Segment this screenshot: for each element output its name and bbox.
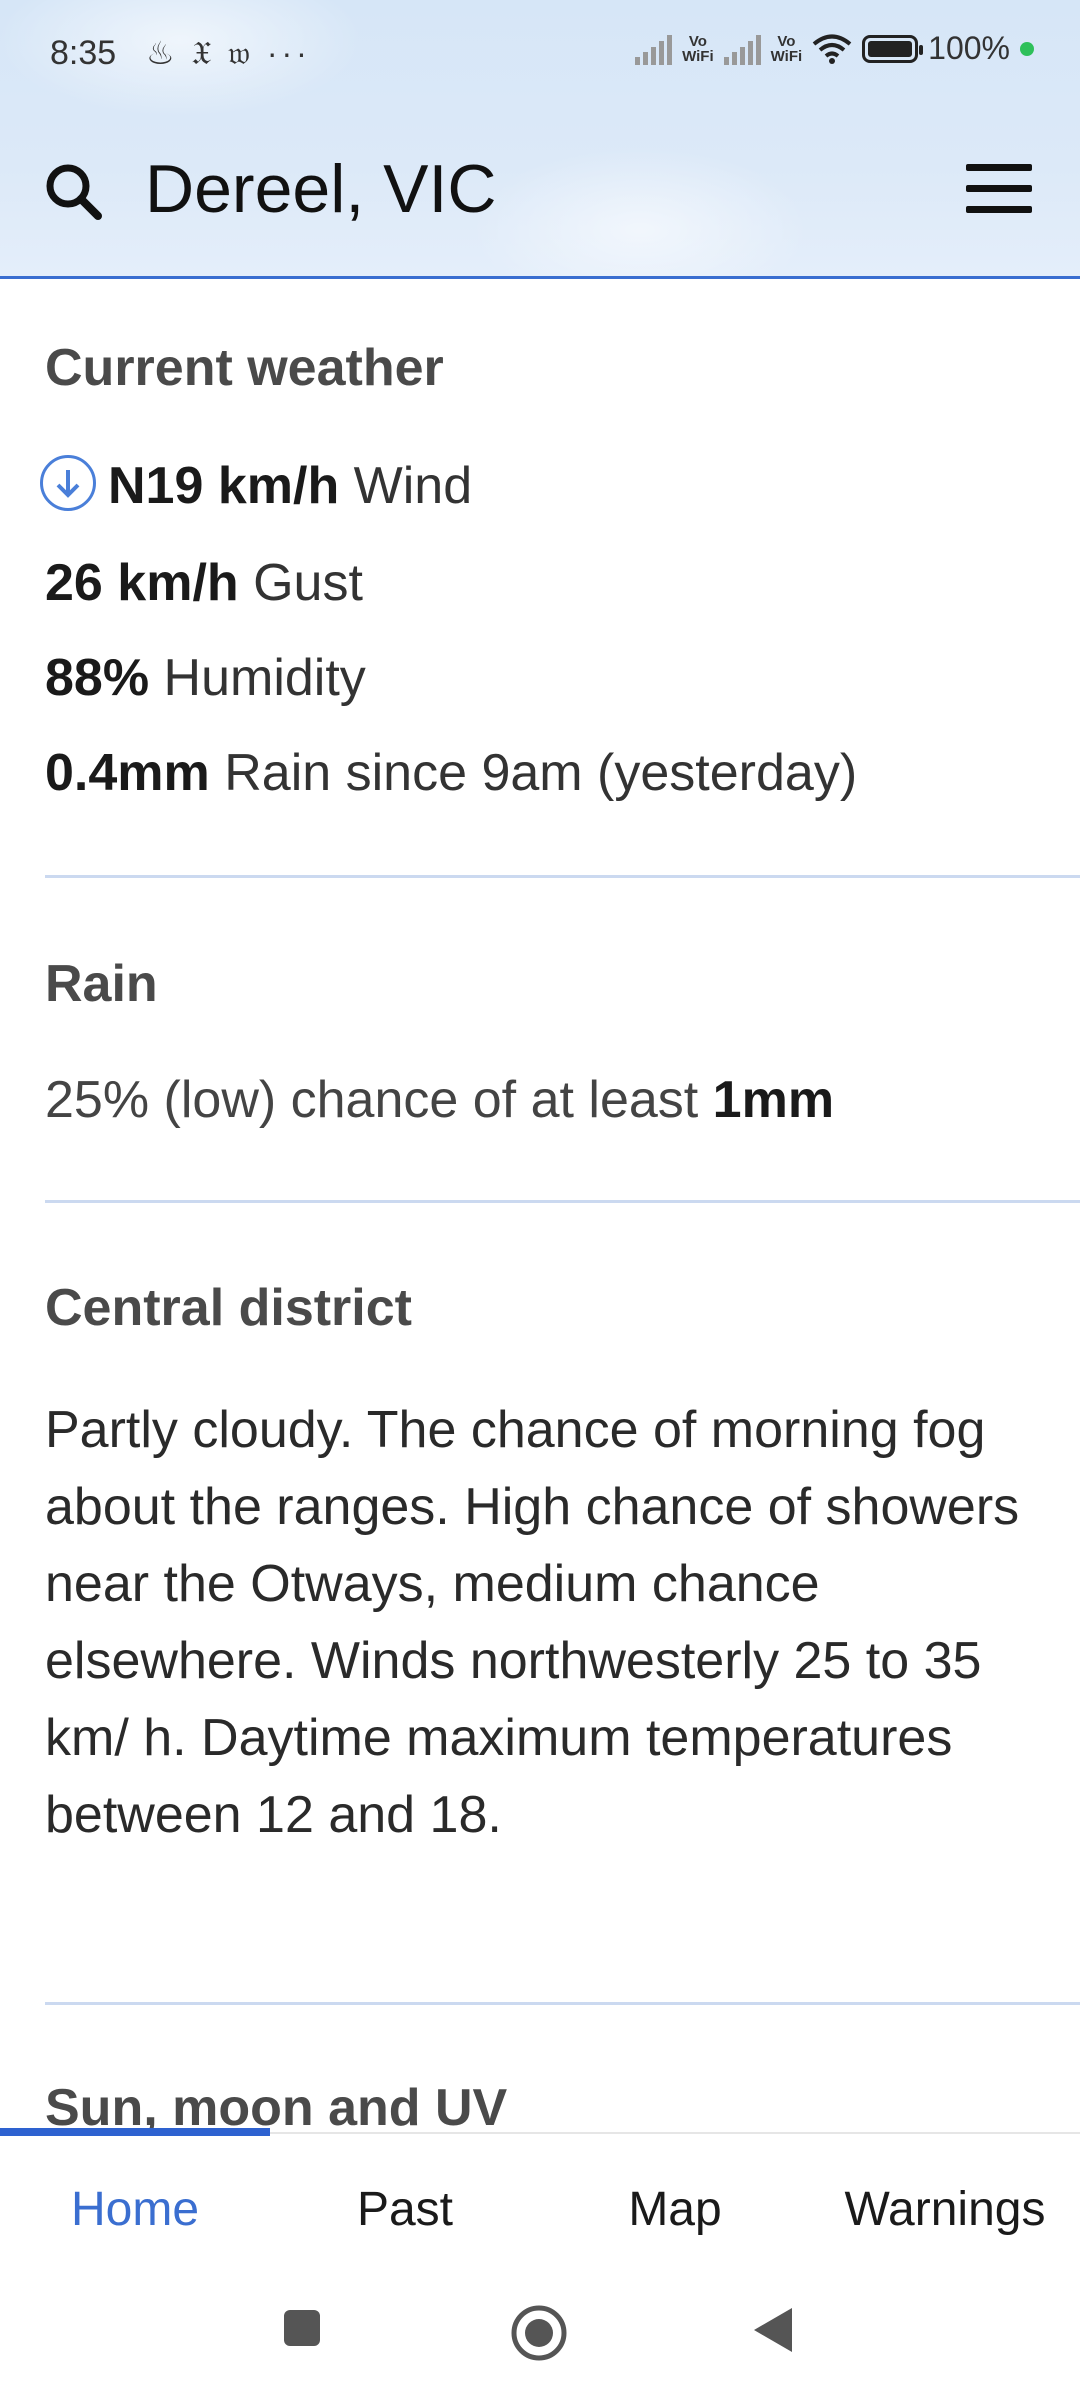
current-weather-title: Current weather (45, 339, 444, 397)
location-title[interactable]: Dereel, VIC (145, 150, 496, 228)
humidity-value: 88% (45, 649, 150, 707)
privacy-dot-icon (1020, 41, 1034, 56)
system-nav-bar (0, 2280, 1080, 2400)
notification-icons: ♨ 𝔛 𝔴 ··· (146, 34, 311, 73)
flame-icon: ♨ (146, 35, 179, 71)
battery-icon (862, 34, 924, 63)
wind-label: Wind (353, 457, 473, 515)
rain-since-label: Rain since 9am (yesterday) (224, 744, 858, 802)
gust-row: 26 km/h Gust (45, 553, 363, 613)
divider (45, 1200, 1080, 1203)
wind-direction-icon (40, 455, 96, 511)
signal-icon (723, 33, 761, 65)
bottom-tab-bar: Home Past Map Warnings (0, 2128, 1080, 2282)
status-time: 8:35 (50, 34, 117, 72)
wp-icon: 𝔴 (228, 35, 254, 71)
recents-icon[interactable] (282, 2308, 322, 2348)
tab-home[interactable]: Home (0, 2182, 270, 2237)
rain-amount: 1mm (712, 1071, 835, 1129)
divider (45, 2002, 1080, 2005)
menu-icon[interactable] (966, 164, 1032, 218)
humidity-label: Humidity (163, 649, 366, 707)
vowifi-icon: Vo WiFi (682, 32, 714, 65)
vowifi-icon: Vo WiFi (770, 32, 803, 65)
search-bar: Dereel, VIC (0, 140, 1080, 240)
humidity-row: 88% Humidity (45, 648, 366, 708)
nyt-icon: 𝔛 (191, 35, 216, 71)
rain-chance-text: 25% (low) chance of at least (45, 1071, 713, 1129)
wind-value: N19 km/h (108, 457, 340, 515)
search-icon[interactable] (42, 160, 106, 224)
tab-past[interactable]: Past (270, 2182, 540, 2237)
signal-icon (635, 33, 673, 65)
gust-label: Gust (253, 554, 363, 612)
battery-level: 100% (928, 30, 1010, 66)
wind-row: N19 km/h Wind (40, 455, 472, 516)
tab-map[interactable]: Map (540, 2182, 810, 2237)
rain-since-value: 0.4mm (45, 744, 210, 802)
wifi-icon (812, 34, 852, 64)
rain-chance: 25% (low) chance of at least 1mm (45, 1070, 834, 1130)
active-tab-indicator (0, 2128, 270, 2136)
status-right: Vo WiFi Vo WiFi 100% (635, 30, 1034, 67)
app-header: 8:35 ♨ 𝔛 𝔴 ··· Vo WiFi Vo WiFi 100% Dereel… (0, 0, 1080, 279)
home-icon[interactable] (510, 2304, 568, 2362)
tab-warnings[interactable]: Warnings (810, 2182, 1080, 2237)
divider (45, 875, 1080, 878)
more-notifications: ··· (266, 35, 311, 71)
rain-title: Rain (45, 955, 158, 1013)
back-icon[interactable] (752, 2306, 794, 2354)
district-forecast: Partly cloudy. The chance of morning fog… (45, 1401, 1020, 1844)
status-bar: 8:35 ♨ 𝔛 𝔴 ··· Vo WiFi Vo WiFi 100% (0, 0, 1080, 110)
gust-value: 26 km/h (45, 554, 239, 612)
district-title: Central district (45, 1279, 412, 1337)
rain-since-row: 0.4mm Rain since 9am (yesterday) (45, 743, 857, 803)
